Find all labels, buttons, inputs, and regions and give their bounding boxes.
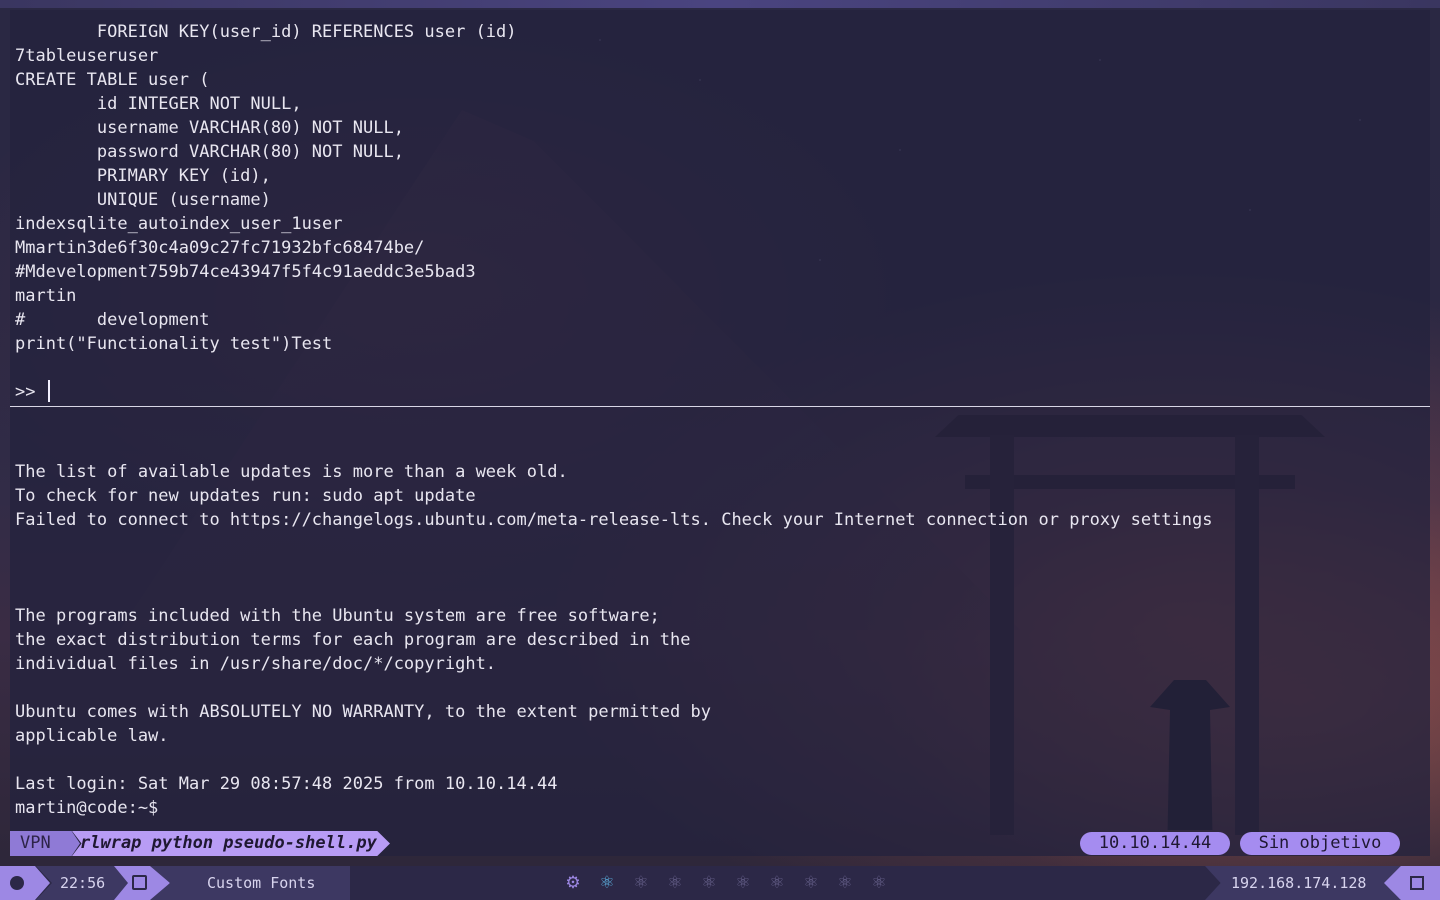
terminal-line: UNIQUE (username) [15,190,271,210]
terminal-pane-top[interactable]: FOREIGN KEY(user_id) REFERENCES user (id… [10,10,1430,407]
terminal-line: PRIMARY KEY (id), [15,166,271,186]
workspace-9-icon[interactable]: ⚛ [828,866,862,900]
terminal-window[interactable]: FOREIGN KEY(user_id) REFERENCES user (id… [10,10,1430,856]
text-cursor [47,380,50,402]
workspace-8-icon[interactable]: ⚛ [794,866,828,900]
tmux-status-line: VPN rlwrap python pseudo-shell.py 10.10.… [10,831,1430,856]
terminal-line: indexsqlite_autoindex_user_1user [15,214,343,234]
terminal-line: password VARCHAR(80) NOT NULL, [15,142,404,162]
terminal-pane-bottom[interactable]: The list of available updates is more th… [10,408,1430,832]
terminal-line: martin [15,286,77,306]
terminal-line: Mmartin3de6f30c4a09c27fc71932bfc68474be/ [15,238,425,258]
workspace-3-icon[interactable]: ⚛ [624,866,658,900]
terminal-line: 7tableuseruser [15,46,159,66]
top-edge [0,0,1440,8]
shell-prompt[interactable]: martin@code:~$ [15,796,158,820]
terminal-line: individual files in /usr/share/doc/*/cop… [15,654,497,674]
terminal-line: username VARCHAR(80) NOT NULL, [15,118,404,138]
workspace-2-icon[interactable]: ⚛ [590,866,624,900]
target-badge: Sin objetivo [1240,832,1400,855]
pane-top-output: FOREIGN KEY(user_id) REFERENCES user (id… [15,20,517,356]
workspace-5-icon[interactable]: ⚛ [692,866,726,900]
terminal-line: To check for new updates run: sudo apt u… [15,486,476,506]
terminal-line: the exact distribution terms for each pr… [15,630,691,650]
terminal-line: Ubuntu comes with ABSOLUTELY NO WARRANTY… [15,702,711,722]
terminal-line: CREATE TABLE user ( [15,70,210,90]
workspace-10-icon[interactable]: ⚛ [862,866,896,900]
terminal-line: The programs included with the Ubuntu sy… [15,606,660,626]
fonts-label[interactable]: Custom Fonts [150,866,350,900]
terminal-line: Last login: Sat Mar 29 08:57:48 2025 fro… [15,774,558,794]
terminal-line: # development [15,310,210,330]
terminal-line: id INTEGER NOT NULL, [15,94,302,114]
pseudo-shell-prompt[interactable]: >> [15,380,50,404]
vpn-ip-badge: 10.10.14.44 [1080,832,1230,855]
current-command[interactable]: rlwrap python pseudo-shell.py [72,831,390,856]
terminal-line: The list of available updates is more th… [15,462,568,482]
workspace-1-icon[interactable]: ⚙ [556,866,590,900]
workspace-4-icon[interactable]: ⚛ [658,866,692,900]
terminal-line: FOREIGN KEY(user_id) REFERENCES user (id… [15,22,517,42]
terminal-line: applicable law. [15,726,169,746]
terminal-line: #Mdevelopment759b74ce43947f5f4c91aeddc3e… [15,262,476,282]
vpn-label: VPN [10,831,80,856]
prompt-symbol: >> [15,382,46,402]
pane-bottom-output: The list of available updates is more th… [15,460,1212,796]
workspace-6-icon[interactable]: ⚛ [726,866,760,900]
workspace-switcher: ⚙ ⚛ ⚛ ⚛ ⚛ ⚛ ⚛ ⚛ ⚛ ⚛ [556,866,896,900]
local-ip: 192.168.174.128 [1205,866,1400,900]
workspace-7-icon[interactable]: ⚛ [760,866,794,900]
polybar: 22:56 Custom Fonts ⚙ ⚛ ⚛ ⚛ ⚛ ⚛ ⚛ ⚛ ⚛ ⚛ 192.168.17… [0,866,1440,900]
terminal-line: Failed to connect to https://changelogs.… [15,510,1213,530]
terminal-line: print("Functionality test")Test [15,334,333,354]
